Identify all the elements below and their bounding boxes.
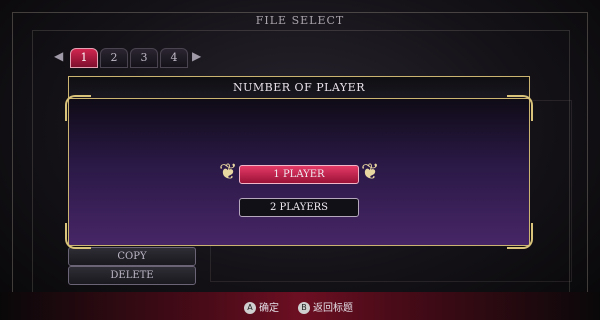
tab-4[interactable]: 4 (160, 48, 188, 68)
back-hint: B 返回标题 (298, 299, 353, 314)
ornament-corner (65, 223, 91, 249)
dialog-title: NUMBER OF PLAYER (233, 81, 365, 94)
dialog-body: ❦ ❦ 1 PLAYER 2 PLAYERS (65, 95, 533, 249)
delete-button[interactable]: DELETE (68, 266, 196, 285)
tab-label: 4 (170, 51, 178, 64)
one-player-option[interactable]: 1 PLAYER (239, 165, 359, 184)
button-hints-bar: A 确定 B 返回标题 (0, 292, 600, 320)
number-of-player-dialog: NUMBER OF PLAYER ❦ ❦ 1 PLAYER 2 PLAYERS (65, 76, 533, 249)
title-bar: FILE SELECT (0, 4, 600, 36)
tab-label: 3 (140, 51, 148, 64)
confirm-hint: A 确定 (244, 299, 279, 314)
delete-label: DELETE (110, 270, 154, 281)
confirm-label: 确定 (259, 303, 279, 314)
file-select-screen: FILE SELECT ◀ 1 2 3 4 ▶ COPY DELETE NUMB… (0, 0, 600, 320)
tab-next-arrow-icon[interactable]: ▶ (192, 49, 201, 63)
b-button-icon: B (298, 302, 310, 314)
tab-1[interactable]: 1 (70, 48, 98, 68)
ornament-corner (507, 223, 533, 249)
tab-prev-arrow-icon[interactable]: ◀ (54, 49, 63, 63)
back-label: 返回标题 (313, 303, 353, 314)
ornament-corner (65, 95, 91, 121)
two-players-option[interactable]: 2 PLAYERS (239, 198, 359, 217)
copy-label: COPY (117, 251, 147, 262)
a-button-icon: A (244, 302, 256, 314)
tab-label: 2 (110, 51, 118, 64)
tab-label: 1 (80, 51, 88, 64)
selection-ornament-left-icon: ❦ (219, 160, 238, 185)
tab-3[interactable]: 3 (130, 48, 158, 68)
page-title: FILE SELECT (255, 14, 345, 27)
dialog-title-bar: NUMBER OF PLAYER (68, 76, 530, 99)
selection-ornament-right-icon: ❦ (361, 160, 380, 185)
option-label: 1 PLAYER (273, 169, 325, 180)
tab-2[interactable]: 2 (100, 48, 128, 68)
option-label: 2 PLAYERS (269, 202, 328, 213)
ornament-corner (507, 95, 533, 121)
copy-button[interactable]: COPY (68, 247, 196, 266)
